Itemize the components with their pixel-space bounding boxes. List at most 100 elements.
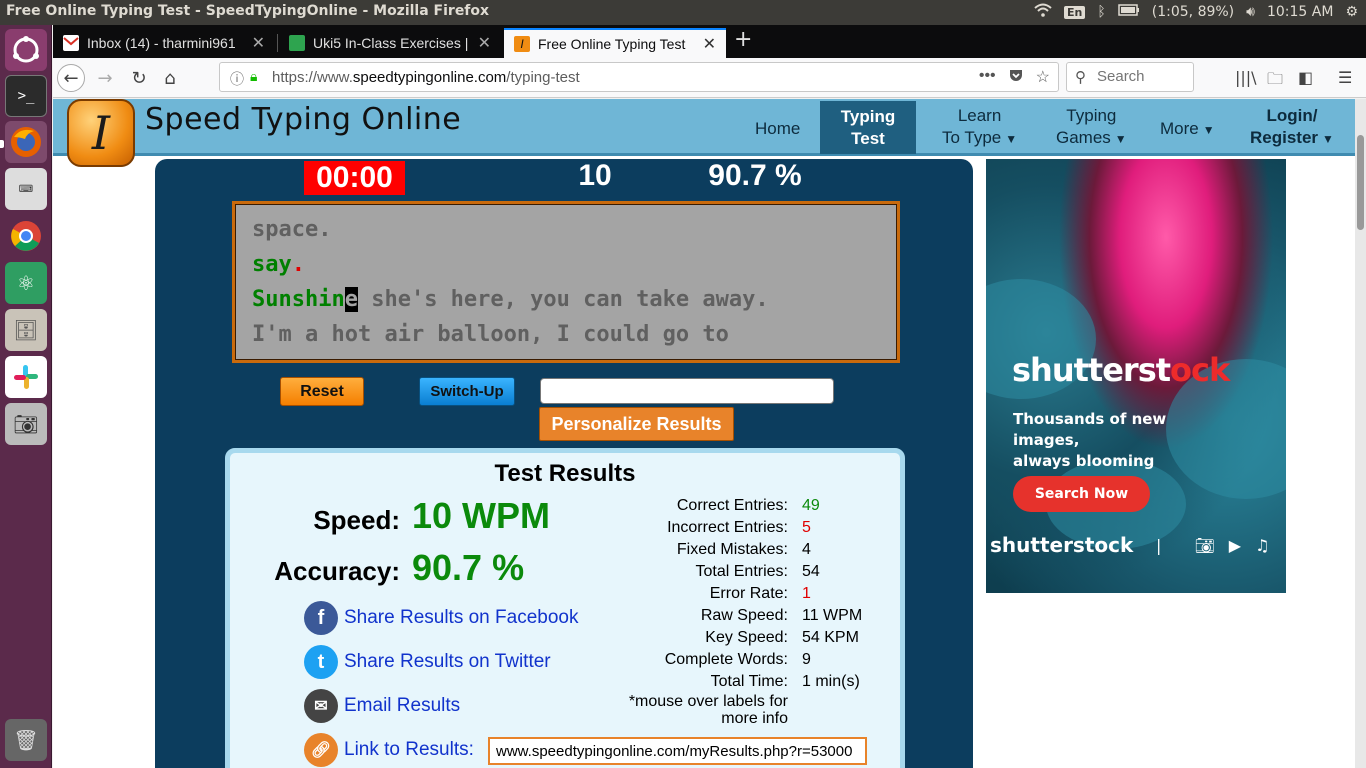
keyboard-language-indicator[interactable]: En xyxy=(1064,5,1086,19)
results-title: Test Results xyxy=(494,460,636,487)
nav-login-register[interactable]: Login/Register ▼ xyxy=(1250,105,1334,150)
tab-separator xyxy=(277,34,278,52)
downloads-folder-icon[interactable]: 🗀︎ xyxy=(1267,68,1283,95)
stat-fixed: Fixed Mistakes: 4 xyxy=(676,541,811,558)
share-facebook-link[interactable]: f Share Results on Facebook xyxy=(304,601,578,635)
stat-incorrect: Incorrect Entries: 5 xyxy=(667,519,811,536)
typing-text-area[interactable]: space. say. Sunshine she's here, you can… xyxy=(232,201,900,363)
browser-nav-bar: ← → ↻ ⌂ ⓘ 🔒︎ https://www.speedtypingonli… xyxy=(53,58,1366,98)
personalize-results-button[interactable]: Personalize Results xyxy=(539,407,734,441)
back-button[interactable]: ← xyxy=(57,64,85,92)
scrollbar-thumb[interactable] xyxy=(1357,135,1364,230)
system-indicators: En ᛒ (1:05, 89%) 🔊︎ 10:15 AM ⚙ xyxy=(1034,3,1358,21)
forward-button[interactable]: → xyxy=(91,64,119,92)
stat-raw-speed: Raw Speed: 11 WPM xyxy=(700,607,863,624)
sidebar-icon[interactable]: ◧ xyxy=(1298,68,1313,87)
nav-home[interactable]: Home xyxy=(755,118,800,140)
tab-gmail[interactable]: Inbox (14) - tharmini961 ✕ xyxy=(53,28,275,58)
classroom-icon xyxy=(289,35,305,51)
reset-button[interactable]: Reset xyxy=(280,377,364,406)
url-text[interactable]: https://www.speedtypingonline.com/typing… xyxy=(272,69,580,86)
firefox-icon[interactable] xyxy=(5,121,47,163)
nav-learn-to-type[interactable]: Learn To Type ▼ xyxy=(942,105,1017,150)
ad-media-icons: | 📷︎▶♫ xyxy=(1156,536,1284,555)
close-tab-icon[interactable]: ✕ xyxy=(252,33,265,53)
dropdown-arrow-icon: ▼ xyxy=(1005,132,1018,146)
home-button[interactable]: ⌂ xyxy=(156,64,184,92)
slack-icon[interactable] xyxy=(5,356,47,398)
power-gear-icon[interactable]: ⚙ xyxy=(1345,4,1358,20)
bookmark-star-icon[interactable]: ☆ xyxy=(1036,67,1050,88)
site-name[interactable]: Speed Typing Online xyxy=(145,102,461,137)
results-link-field[interactable]: www.speedtypingonline.com/myResults.php?… xyxy=(488,737,867,765)
speed-label[interactable]: Speed: xyxy=(260,505,400,536)
camera-app-icon[interactable]: 📷︎ xyxy=(5,403,47,445)
nav-more[interactable]: More ▼ xyxy=(1160,118,1215,141)
chrome-icon[interactable] xyxy=(5,215,47,257)
url-actions: ••• ☆ xyxy=(979,67,1050,88)
wifi-icon[interactable] xyxy=(1034,3,1052,21)
pocket-icon[interactable] xyxy=(1008,67,1024,88)
timer: 00:00 xyxy=(304,161,405,195)
nav-typing-games[interactable]: Typing Games ▼ xyxy=(1056,105,1127,150)
twitter-icon: t xyxy=(304,645,338,679)
battery-icon[interactable] xyxy=(1118,4,1140,20)
dropdown-arrow-icon: ▼ xyxy=(1322,132,1334,146)
gmail-icon xyxy=(63,35,79,51)
info-icon[interactable]: ⓘ xyxy=(230,69,244,89)
email-results-link[interactable]: ✉ Email Results xyxy=(304,689,460,723)
page-scrollbar[interactable] xyxy=(1355,99,1366,768)
live-accuracy: 90.7 % xyxy=(708,159,802,192)
test-results-box: Test Results Speed: 10 WPM Accuracy: 90.… xyxy=(225,448,905,768)
nav-typing-test[interactable]: Typing Test xyxy=(820,101,916,154)
close-tab-icon[interactable]: ✕ xyxy=(703,34,716,54)
menu-hamburger-icon[interactable]: ☰ xyxy=(1338,68,1352,87)
tab-uki5[interactable]: Uki5 In-Class Exercises | ✕ xyxy=(279,28,501,58)
page-actions-icon[interactable]: ••• xyxy=(979,67,996,88)
ad-search-now-button[interactable]: Search Now xyxy=(1013,476,1150,512)
unity-launcher: >_ ⌨ ⚛ 🗄︎ 📷︎ 🗑︎ xyxy=(0,25,52,768)
ubuntu-dash-icon[interactable] xyxy=(5,29,47,71)
file-manager-icon[interactable]: 🗄︎ xyxy=(5,309,47,351)
shutterstock-ad[interactable]: shutterstock Thousands of new images, alw… xyxy=(986,159,1286,593)
stat-complete-words: Complete Words: 9 xyxy=(664,651,811,668)
keyboard-app-icon[interactable]: ⌨ xyxy=(5,168,47,210)
typing-cursor: e xyxy=(344,287,358,312)
stat-correct: Correct Entries: 49 xyxy=(676,497,820,514)
terminal-icon[interactable]: >_ xyxy=(5,75,47,117)
atom-editor-icon[interactable]: ⚛ xyxy=(5,262,47,304)
library-icon[interactable]: |||\ xyxy=(1235,68,1257,87)
ad-tagline: Thousands of new images, always blooming xyxy=(1013,410,1167,470)
close-tab-icon[interactable]: ✕ xyxy=(478,33,491,53)
trash-icon[interactable]: 🗑︎ xyxy=(5,719,47,761)
reload-button[interactable]: ↻ xyxy=(125,64,153,92)
share-twitter-link[interactable]: t Share Results on Twitter xyxy=(304,645,551,679)
accuracy-label[interactable]: Accuracy: xyxy=(250,556,400,587)
new-tab-button[interactable]: + xyxy=(734,27,752,52)
dropdown-arrow-icon: ▼ xyxy=(1114,132,1127,146)
clock[interactable]: 10:15 AM xyxy=(1267,4,1333,20)
site-header: Speed Typing Online Home Typing Test Lear… xyxy=(53,99,1355,156)
name-input[interactable] xyxy=(540,378,834,404)
tab-typing-test[interactable]: I Free Online Typing Test ✕ xyxy=(504,28,726,58)
url-bar[interactable]: ⓘ 🔒︎ https://www.speedtypingonline.com/t… xyxy=(219,62,1059,92)
running-indicator xyxy=(0,140,4,148)
stat-total-time: Total Time: 1 min(s) xyxy=(710,673,860,690)
site-logo-icon[interactable]: I xyxy=(67,99,135,167)
volume-icon[interactable]: 🔊︎ xyxy=(1246,4,1255,20)
ad-brand-logo: shutterstock xyxy=(1012,351,1230,389)
speed-value: 10 WPM xyxy=(412,495,551,536)
typing-test-panel: 00:00 10 90.7 % space. say. Sunshine she… xyxy=(155,159,973,768)
link-to-results[interactable]: 🔗︎ Link to Results: xyxy=(304,733,474,767)
stat-total: Total Entries: 54 xyxy=(695,563,820,580)
switch-up-button[interactable]: Switch-Up xyxy=(419,377,515,406)
text-line: space. xyxy=(252,217,332,242)
search-input[interactable] xyxy=(1097,68,1187,85)
speedtyping-favicon: I xyxy=(514,36,530,52)
window-title: Free Online Typing Test - SpeedTypingOnl… xyxy=(6,3,490,19)
stat-error-rate: Error Rate: 1 xyxy=(709,585,811,602)
search-box[interactable]: ⚲ xyxy=(1066,62,1194,92)
bluetooth-icon[interactable]: ᛒ xyxy=(1097,4,1105,20)
dropdown-arrow-icon: ▼ xyxy=(1202,123,1215,137)
text-line: say. xyxy=(252,252,305,277)
